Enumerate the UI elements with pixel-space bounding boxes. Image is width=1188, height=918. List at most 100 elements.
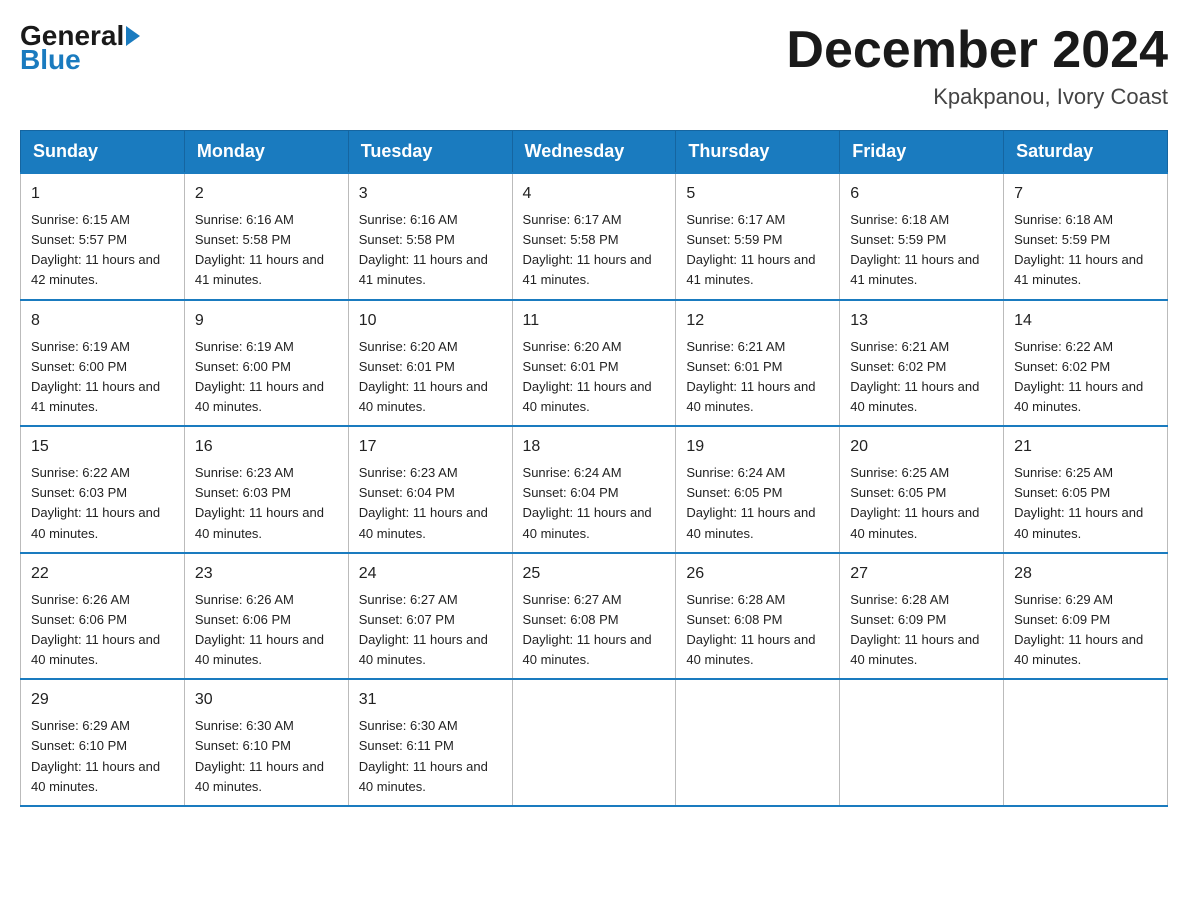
table-row: 10 Sunrise: 6:20 AMSunset: 6:01 PMDaylig… — [348, 300, 512, 427]
day-info: Sunrise: 6:21 AMSunset: 6:01 PMDaylight:… — [686, 339, 815, 414]
day-number: 13 — [850, 309, 993, 333]
day-number: 7 — [1014, 182, 1157, 206]
table-row: 28 Sunrise: 6:29 AMSunset: 6:09 PMDaylig… — [1004, 553, 1168, 680]
day-info: Sunrise: 6:17 AMSunset: 5:59 PMDaylight:… — [686, 212, 815, 287]
calendar-week-row: 22 Sunrise: 6:26 AMSunset: 6:06 PMDaylig… — [21, 553, 1168, 680]
day-number: 30 — [195, 688, 338, 712]
header-monday: Monday — [184, 131, 348, 174]
table-row: 12 Sunrise: 6:21 AMSunset: 6:01 PMDaylig… — [676, 300, 840, 427]
table-row: 30 Sunrise: 6:30 AMSunset: 6:10 PMDaylig… — [184, 679, 348, 806]
day-number: 28 — [1014, 562, 1157, 586]
table-row: 19 Sunrise: 6:24 AMSunset: 6:05 PMDaylig… — [676, 426, 840, 553]
day-number: 31 — [359, 688, 502, 712]
calendar-week-row: 8 Sunrise: 6:19 AMSunset: 6:00 PMDayligh… — [21, 300, 1168, 427]
table-row: 27 Sunrise: 6:28 AMSunset: 6:09 PMDaylig… — [840, 553, 1004, 680]
header-wednesday: Wednesday — [512, 131, 676, 174]
table-row: 1 Sunrise: 6:15 AMSunset: 5:57 PMDayligh… — [21, 173, 185, 300]
title-section: December 2024 Kpakpanou, Ivory Coast — [786, 20, 1168, 110]
day-number: 18 — [523, 435, 666, 459]
day-number: 25 — [523, 562, 666, 586]
day-info: Sunrise: 6:30 AMSunset: 6:10 PMDaylight:… — [195, 718, 324, 793]
day-number: 11 — [523, 309, 666, 333]
day-info: Sunrise: 6:29 AMSunset: 6:09 PMDaylight:… — [1014, 592, 1143, 667]
table-row — [676, 679, 840, 806]
table-row: 7 Sunrise: 6:18 AMSunset: 5:59 PMDayligh… — [1004, 173, 1168, 300]
day-number: 4 — [523, 182, 666, 206]
logo: General Blue — [20, 20, 140, 76]
day-number: 12 — [686, 309, 829, 333]
calendar-table: Sunday Monday Tuesday Wednesday Thursday… — [20, 130, 1168, 807]
day-info: Sunrise: 6:15 AMSunset: 5:57 PMDaylight:… — [31, 212, 160, 287]
day-number: 21 — [1014, 435, 1157, 459]
weekday-header-row: Sunday Monday Tuesday Wednesday Thursday… — [21, 131, 1168, 174]
day-info: Sunrise: 6:16 AMSunset: 5:58 PMDaylight:… — [359, 212, 488, 287]
table-row: 6 Sunrise: 6:18 AMSunset: 5:59 PMDayligh… — [840, 173, 1004, 300]
day-info: Sunrise: 6:24 AMSunset: 6:04 PMDaylight:… — [523, 465, 652, 540]
day-number: 17 — [359, 435, 502, 459]
day-info: Sunrise: 6:24 AMSunset: 6:05 PMDaylight:… — [686, 465, 815, 540]
day-number: 29 — [31, 688, 174, 712]
day-info: Sunrise: 6:22 AMSunset: 6:02 PMDaylight:… — [1014, 339, 1143, 414]
logo-blue-text: Blue — [20, 44, 81, 76]
table-row: 8 Sunrise: 6:19 AMSunset: 6:00 PMDayligh… — [21, 300, 185, 427]
header-friday: Friday — [840, 131, 1004, 174]
day-info: Sunrise: 6:27 AMSunset: 6:08 PMDaylight:… — [523, 592, 652, 667]
day-number: 19 — [686, 435, 829, 459]
header-sunday: Sunday — [21, 131, 185, 174]
table-row: 5 Sunrise: 6:17 AMSunset: 5:59 PMDayligh… — [676, 173, 840, 300]
day-number: 22 — [31, 562, 174, 586]
month-year-title: December 2024 — [786, 20, 1168, 80]
day-info: Sunrise: 6:20 AMSunset: 6:01 PMDaylight:… — [523, 339, 652, 414]
table-row: 20 Sunrise: 6:25 AMSunset: 6:05 PMDaylig… — [840, 426, 1004, 553]
day-number: 3 — [359, 182, 502, 206]
day-number: 15 — [31, 435, 174, 459]
table-row: 13 Sunrise: 6:21 AMSunset: 6:02 PMDaylig… — [840, 300, 1004, 427]
day-info: Sunrise: 6:25 AMSunset: 6:05 PMDaylight:… — [1014, 465, 1143, 540]
table-row: 9 Sunrise: 6:19 AMSunset: 6:00 PMDayligh… — [184, 300, 348, 427]
table-row — [840, 679, 1004, 806]
day-info: Sunrise: 6:26 AMSunset: 6:06 PMDaylight:… — [195, 592, 324, 667]
header-tuesday: Tuesday — [348, 131, 512, 174]
day-number: 8 — [31, 309, 174, 333]
day-number: 1 — [31, 182, 174, 206]
day-info: Sunrise: 6:18 AMSunset: 5:59 PMDaylight:… — [1014, 212, 1143, 287]
day-number: 9 — [195, 309, 338, 333]
logo-arrow-icon — [126, 26, 140, 46]
table-row: 29 Sunrise: 6:29 AMSunset: 6:10 PMDaylig… — [21, 679, 185, 806]
day-info: Sunrise: 6:18 AMSunset: 5:59 PMDaylight:… — [850, 212, 979, 287]
day-info: Sunrise: 6:19 AMSunset: 6:00 PMDaylight:… — [195, 339, 324, 414]
calendar-week-row: 29 Sunrise: 6:29 AMSunset: 6:10 PMDaylig… — [21, 679, 1168, 806]
day-info: Sunrise: 6:17 AMSunset: 5:58 PMDaylight:… — [523, 212, 652, 287]
day-info: Sunrise: 6:23 AMSunset: 6:04 PMDaylight:… — [359, 465, 488, 540]
day-number: 24 — [359, 562, 502, 586]
location-subtitle: Kpakpanou, Ivory Coast — [786, 84, 1168, 110]
table-row: 16 Sunrise: 6:23 AMSunset: 6:03 PMDaylig… — [184, 426, 348, 553]
table-row: 25 Sunrise: 6:27 AMSunset: 6:08 PMDaylig… — [512, 553, 676, 680]
table-row: 18 Sunrise: 6:24 AMSunset: 6:04 PMDaylig… — [512, 426, 676, 553]
day-number: 2 — [195, 182, 338, 206]
day-info: Sunrise: 6:21 AMSunset: 6:02 PMDaylight:… — [850, 339, 979, 414]
day-info: Sunrise: 6:23 AMSunset: 6:03 PMDaylight:… — [195, 465, 324, 540]
day-info: Sunrise: 6:20 AMSunset: 6:01 PMDaylight:… — [359, 339, 488, 414]
table-row: 2 Sunrise: 6:16 AMSunset: 5:58 PMDayligh… — [184, 173, 348, 300]
day-info: Sunrise: 6:26 AMSunset: 6:06 PMDaylight:… — [31, 592, 160, 667]
day-number: 5 — [686, 182, 829, 206]
day-info: Sunrise: 6:29 AMSunset: 6:10 PMDaylight:… — [31, 718, 160, 793]
table-row: 24 Sunrise: 6:27 AMSunset: 6:07 PMDaylig… — [348, 553, 512, 680]
table-row: 26 Sunrise: 6:28 AMSunset: 6:08 PMDaylig… — [676, 553, 840, 680]
day-info: Sunrise: 6:25 AMSunset: 6:05 PMDaylight:… — [850, 465, 979, 540]
day-number: 26 — [686, 562, 829, 586]
table-row: 15 Sunrise: 6:22 AMSunset: 6:03 PMDaylig… — [21, 426, 185, 553]
header-saturday: Saturday — [1004, 131, 1168, 174]
day-number: 27 — [850, 562, 993, 586]
day-number: 23 — [195, 562, 338, 586]
day-info: Sunrise: 6:22 AMSunset: 6:03 PMDaylight:… — [31, 465, 160, 540]
table-row: 23 Sunrise: 6:26 AMSunset: 6:06 PMDaylig… — [184, 553, 348, 680]
day-info: Sunrise: 6:30 AMSunset: 6:11 PMDaylight:… — [359, 718, 488, 793]
table-row — [1004, 679, 1168, 806]
page-header: General Blue December 2024 Kpakpanou, Iv… — [20, 20, 1168, 110]
day-number: 6 — [850, 182, 993, 206]
day-info: Sunrise: 6:27 AMSunset: 6:07 PMDaylight:… — [359, 592, 488, 667]
day-number: 14 — [1014, 309, 1157, 333]
day-info: Sunrise: 6:19 AMSunset: 6:00 PMDaylight:… — [31, 339, 160, 414]
